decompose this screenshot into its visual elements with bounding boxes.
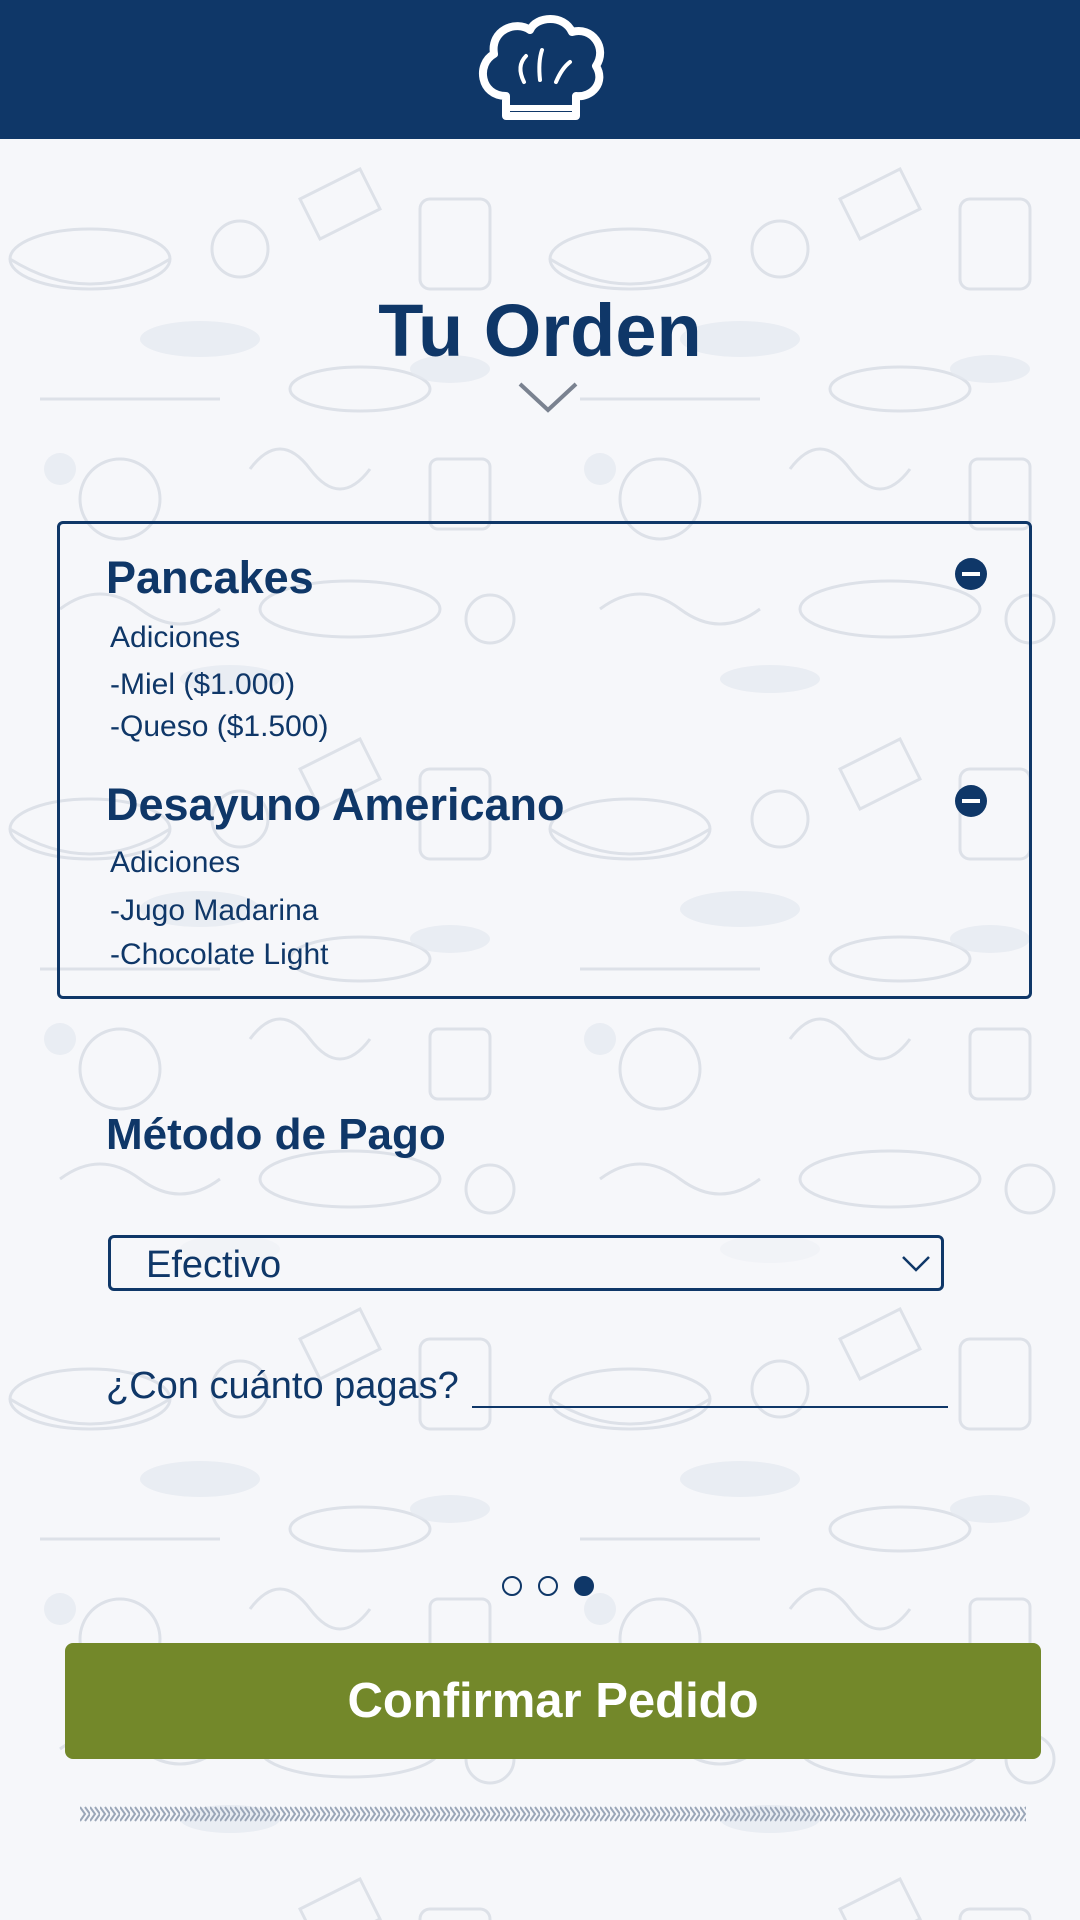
order-summary: Pancakes Adiciones -Miel ($1.000) -Queso… (57, 521, 1032, 999)
step-dot[interactable] (502, 1576, 522, 1596)
confirm-order-button[interactable]: Confirmar Pedido (65, 1643, 1041, 1759)
payment-method-title: Método de Pago (106, 1110, 446, 1159)
cash-amount-label: ¿Con cuánto pagas? (106, 1365, 459, 1407)
order-item-name: Pancakes (106, 552, 314, 603)
order-item-name: Desayuno Americano (106, 779, 565, 830)
chef-hat-icon (479, 15, 605, 120)
step-indicator (502, 1574, 602, 1602)
decorative-border (80, 1803, 1026, 1825)
payment-method-value: Efectivo (146, 1244, 282, 1286)
addition-item: -Queso ($1.500) (110, 710, 329, 743)
chevron-down-icon[interactable] (516, 380, 580, 416)
chevron-down-icon (902, 1256, 930, 1272)
addition-item: -Chocolate Light (110, 938, 329, 971)
step-dot-active[interactable] (574, 1576, 594, 1596)
additions-label: Adiciones (110, 621, 241, 654)
remove-item-icon[interactable] (954, 784, 988, 818)
additions-label: Adiciones (110, 846, 241, 879)
app-header (0, 0, 1080, 139)
remove-item-icon[interactable] (954, 557, 988, 591)
page-title: Tu Orden (378, 289, 702, 372)
cash-amount-input[interactable] (472, 1362, 948, 1408)
payment-method-select[interactable]: Efectivo (108, 1235, 944, 1291)
addition-item: -Miel ($1.000) (110, 668, 296, 701)
addition-item: -Jugo Madarina (110, 894, 319, 927)
step-dot[interactable] (538, 1576, 558, 1596)
